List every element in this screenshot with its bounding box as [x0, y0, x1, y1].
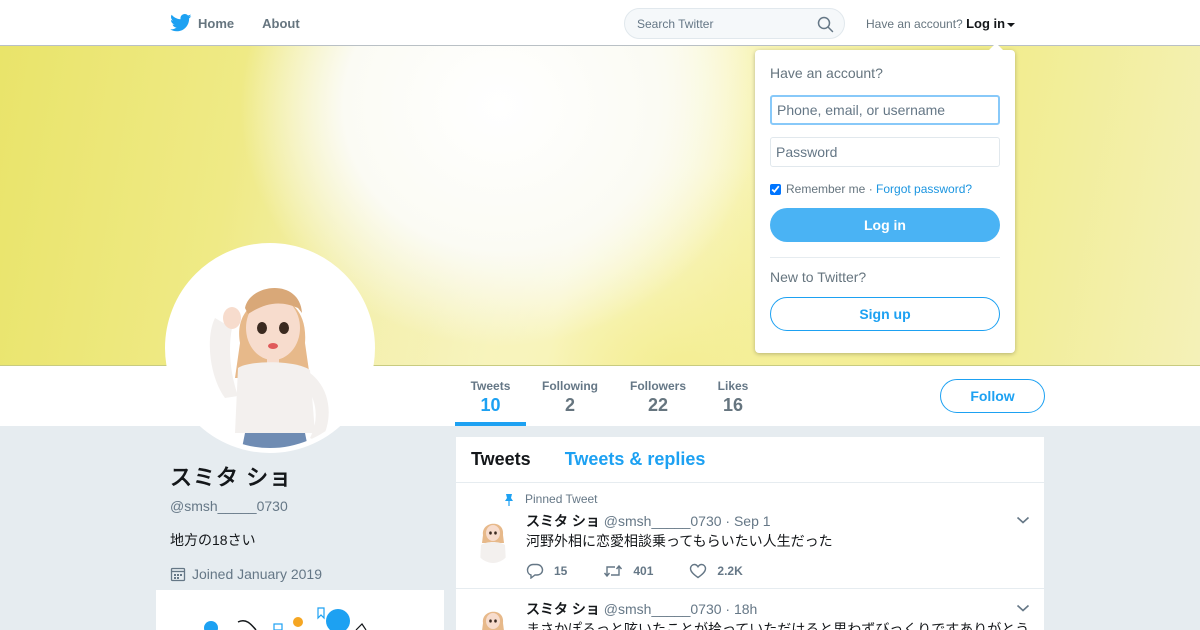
- avatar-figure: [209, 288, 329, 448]
- profile-name: スミタ ショ: [170, 465, 293, 490]
- nav-about[interactable]: About: [262, 16, 300, 31]
- search-box: [624, 8, 845, 39]
- tab-tweets[interactable]: Tweets: [471, 449, 531, 470]
- stat-label: Likes: [717, 379, 749, 393]
- chevron-down-icon[interactable]: [1016, 515, 1030, 525]
- signup-button[interactable]: Sign up: [770, 297, 1000, 331]
- heart-icon: [690, 563, 707, 579]
- tweet-avatar[interactable]: [473, 603, 513, 630]
- login-dropdown-title: Have an account?: [770, 65, 883, 81]
- timeline-tabs: Tweets Tweets & replies: [456, 437, 1044, 483]
- tweet-avatar-image: [482, 611, 504, 630]
- profile-info: スミタ ショ @smsh_____0730 地方の18さい Joined Jan…: [170, 460, 440, 582]
- stat-followers[interactable]: Followers 22: [623, 366, 693, 426]
- like-action[interactable]: 2.2K: [689, 563, 743, 579]
- stat-likes[interactable]: Likes 16: [708, 366, 758, 426]
- nav-links: Home About: [170, 0, 328, 46]
- tweet-header: スミタ ショ @smsh_____0730 · 18h: [526, 599, 757, 619]
- have-account-prompt: Have an account? Log in: [866, 16, 1016, 31]
- tweet-item[interactable]: Pinned Tweet スミタ ショ @smsh_____0730 · Sep…: [456, 483, 1044, 589]
- photos-videos-card[interactable]: [156, 590, 444, 630]
- tweet-item[interactable]: スミタ ショ @smsh_____0730 · 18h まさかぽろっと呟いたこと…: [456, 589, 1044, 630]
- tweet-avatar[interactable]: [473, 515, 513, 563]
- reply-count: 15: [554, 564, 568, 578]
- follow-button[interactable]: Follow: [940, 379, 1045, 413]
- profile-bio: 地方の18さい: [170, 532, 256, 548]
- pin-icon: [505, 493, 513, 506]
- pinned-indicator: Pinned Tweet: [503, 492, 598, 506]
- new-to-twitter-label: New to Twitter?: [770, 269, 867, 285]
- nav-home-label: Home: [198, 15, 235, 31]
- tweet-header: スミタ ショ @smsh_____0730 · Sep 1: [526, 511, 771, 531]
- tweets-timeline: Tweets Tweets & replies Pinned Tweet スミタ…: [456, 437, 1044, 630]
- stat-tweets[interactable]: Tweets 10: [455, 366, 526, 426]
- login-toggle-label: Log in: [966, 16, 1006, 31]
- remember-me-label: Remember me ·: [786, 182, 873, 196]
- have-account-text: Have an account?: [866, 17, 963, 31]
- tweet-text: まさかぽろっと呟いたことが拾っていただけると思わずびっくりですありがとう: [526, 621, 1030, 630]
- password-field[interactable]: [770, 137, 1000, 167]
- twitter-bird-icon: [170, 14, 192, 32]
- pinned-label: Pinned Tweet: [525, 492, 598, 506]
- reply-icon: [526, 563, 544, 579]
- stat-value: 16: [722, 395, 744, 415]
- username-field[interactable]: [770, 95, 1000, 125]
- tweet-avatar-image: [480, 523, 506, 563]
- tweet-author-handle[interactable]: @smsh_____0730: [604, 601, 722, 617]
- tweet-author-name[interactable]: スミタ ショ: [526, 513, 600, 529]
- tweet-actions: 15 401 2.2K: [526, 563, 769, 579]
- nav-home[interactable]: Home: [170, 14, 234, 32]
- stat-value: 2: [564, 395, 575, 415]
- tweet-timestamp[interactable]: · 18h: [725, 601, 757, 617]
- like-count: 2.2K: [717, 564, 743, 578]
- remember-row: Remember me · Forgot password?: [770, 182, 1000, 196]
- stat-following[interactable]: Following 2: [535, 366, 605, 426]
- stat-label: Following: [542, 379, 598, 393]
- retweet-icon: [604, 564, 623, 578]
- chevron-down-icon[interactable]: [1016, 603, 1030, 613]
- tweet-author-handle[interactable]: @smsh_____0730: [604, 513, 722, 529]
- search-input[interactable]: [625, 9, 805, 38]
- joined-text: Joined January 2019: [192, 566, 322, 582]
- calendar-icon: [170, 567, 186, 582]
- reply-action[interactable]: 15: [526, 563, 567, 579]
- nav-about-label: About: [262, 15, 300, 31]
- top-navigation: Home About Have an account? Log in: [0, 0, 1200, 46]
- tweet-text: 河野外相に恋愛相談乗ってもらいたい人生だった: [526, 533, 833, 549]
- dropdown-divider: [770, 257, 1000, 258]
- stat-label: Followers: [629, 379, 686, 393]
- caret-down-icon: [1007, 22, 1016, 27]
- tweet-timestamp[interactable]: · Sep 1: [725, 513, 770, 529]
- profile-joined: Joined January 2019: [170, 566, 440, 582]
- stat-label: Tweets: [470, 379, 511, 393]
- stat-value: 10: [480, 395, 501, 415]
- media-thumbnail-strip: [204, 607, 367, 630]
- tab-tweets-and-replies[interactable]: Tweets & replies: [565, 449, 706, 470]
- login-dropdown-toggle[interactable]: Log in: [966, 16, 1016, 31]
- tweet-author-name[interactable]: スミタ ショ: [526, 601, 600, 617]
- stat-value: 22: [647, 395, 669, 415]
- profile-avatar[interactable]: [165, 243, 375, 453]
- remember-me-checkbox[interactable]: [770, 183, 781, 195]
- retweet-count: 401: [633, 564, 654, 578]
- retweet-action[interactable]: 401: [603, 564, 653, 578]
- profile-handle[interactable]: @smsh_____0730: [170, 498, 440, 514]
- search-icon[interactable]: [817, 16, 834, 33]
- login-dropdown: Have an account? Remember me · Forgot pa…: [755, 43, 1015, 353]
- forgot-password-link[interactable]: Forgot password?: [876, 182, 972, 196]
- login-button[interactable]: Log in: [770, 208, 1000, 242]
